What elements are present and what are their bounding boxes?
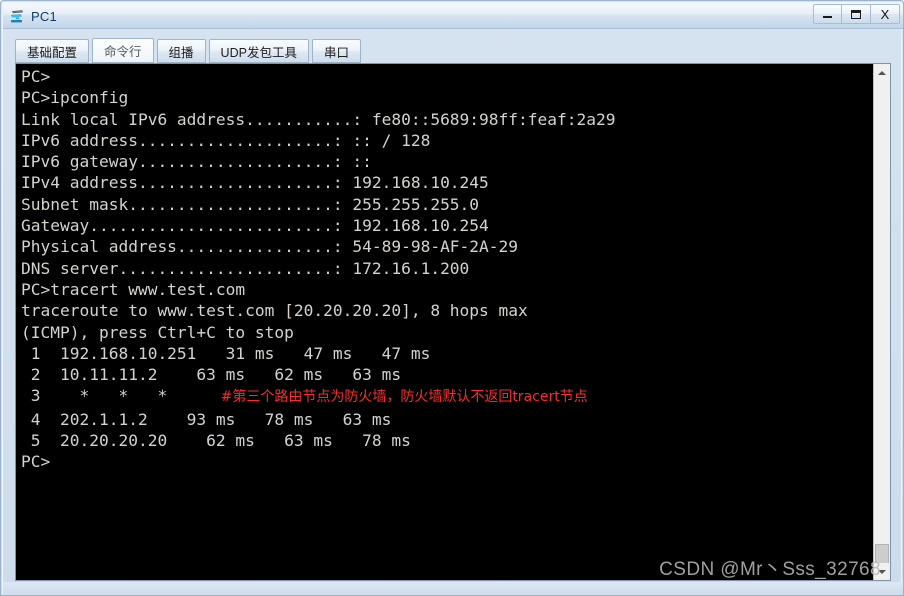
- pc1-window: PC1 X 基础配置 命令行 组播 UDP发包工具 串口 PC> PC>ipco…: [0, 0, 904, 596]
- tab-label: 命令行: [104, 45, 142, 59]
- terminal-line: IPv4 address....................: 192.16…: [21, 173, 489, 193]
- terminal-line: Subnet mask.....................: 255.25…: [21, 194, 480, 214]
- terminal-console[interactable]: PC> PC>ipconfig Link local IPv6 address...…: [15, 63, 891, 581]
- chevron-up-icon: [878, 70, 886, 75]
- terminal-line: 2 10.11.11.2 63 ms 62 ms 63 ms: [21, 365, 402, 385]
- tab-serial-port[interactable]: 串口: [311, 39, 361, 63]
- terminal-line: 1 192.168.10.251 31 ms 47 ms 47 ms: [21, 343, 431, 363]
- scroll-up-button[interactable]: [874, 64, 890, 81]
- terminal-annotation: #第三个路由节点为防火墙，防火墙默认不返回tracert节点: [167, 389, 588, 406]
- chevron-down-icon: [878, 569, 886, 574]
- scroll-down-button[interactable]: [874, 563, 890, 580]
- terminal-line: 5 20.20.20.20 62 ms 63 ms 78 ms: [21, 431, 411, 451]
- title-bar-left: PC1: [9, 5, 57, 27]
- minimize-icon: [823, 16, 832, 18]
- title-bar[interactable]: PC1 X: [3, 3, 903, 29]
- tab-strip: 基础配置 命令行 组播 UDP发包工具 串口: [15, 37, 364, 63]
- tab-label: 组播: [168, 45, 194, 60]
- window-bottom-strip: [3, 582, 903, 595]
- maximize-button[interactable]: [842, 4, 871, 24]
- maximize-icon: [851, 9, 861, 19]
- terminal-line: Link local IPv6 address...........: fe80…: [21, 109, 616, 129]
- terminal-line: 4 202.1.1.2 93 ms 78 ms 63 ms: [21, 409, 392, 429]
- terminal-line: PC>ipconfig: [21, 88, 129, 108]
- tab-command-line[interactable]: 命令行: [92, 38, 154, 63]
- tab-multicast[interactable]: 组播: [156, 39, 206, 63]
- terminal-line: PC>: [21, 67, 51, 86]
- pc-device-icon: [9, 8, 26, 25]
- close-icon: X: [880, 6, 890, 22]
- terminal-line: Physical address................: 54-89-…: [21, 237, 519, 257]
- window-title: PC1: [31, 8, 57, 24]
- terminal-line: Gateway.........................: 192.16…: [21, 216, 489, 236]
- tab-label: UDP发包工具: [220, 45, 297, 60]
- terminal-line: 3 * * * #第三个路由节点为防火墙，防火墙默认不返回tracert节点: [21, 386, 588, 406]
- terminal-line: (ICMP), press Ctrl+C to stop: [21, 322, 294, 342]
- terminal-line: PC>tracert www.test.com: [21, 279, 246, 299]
- terminal-line: DNS server......................: 172.16…: [21, 258, 470, 278]
- minimize-button[interactable]: [813, 4, 842, 24]
- tab-udp-tool[interactable]: UDP发包工具: [208, 39, 309, 63]
- tab-label: 基础配置: [27, 45, 78, 60]
- window-controls: X: [813, 4, 900, 24]
- terminal-line: IPv6 gateway....................: ::: [21, 152, 372, 172]
- terminal-line: traceroute to www.test.com [20.20.20.20]…: [21, 301, 528, 321]
- terminal-output: PC> PC>ipconfig Link local IPv6 address...…: [21, 66, 861, 473]
- terminal-line: IPv6 address....................: :: / 1…: [21, 130, 431, 150]
- terminal-scrollbar[interactable]: [873, 64, 890, 580]
- terminal-line: PC>: [21, 452, 51, 472]
- tab-basic-config[interactable]: 基础配置: [15, 39, 90, 63]
- close-button[interactable]: X: [871, 4, 900, 24]
- tab-label: 串口: [323, 45, 349, 60]
